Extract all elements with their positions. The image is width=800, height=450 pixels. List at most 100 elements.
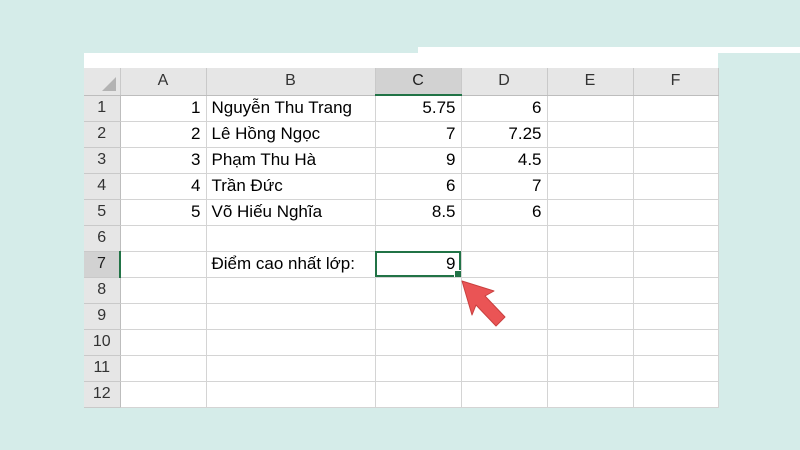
cell-e9[interactable]	[547, 303, 634, 330]
cell-e8[interactable]	[547, 277, 634, 304]
cell-a10[interactable]	[120, 329, 207, 356]
select-all-button[interactable]	[84, 68, 121, 96]
cell-c12[interactable]	[375, 381, 462, 408]
cell-f6[interactable]	[633, 225, 719, 252]
row-header-2[interactable]: 2	[84, 121, 121, 148]
cell-c4[interactable]: 6	[375, 173, 462, 200]
row-header-1[interactable]: 1	[84, 95, 121, 122]
row-header-8[interactable]: 8	[84, 277, 121, 304]
cell-d12[interactable]	[461, 381, 548, 408]
cell-d1[interactable]: 6	[461, 95, 548, 122]
cell-e12[interactable]	[547, 381, 634, 408]
cell-d5[interactable]: 6	[461, 199, 548, 226]
cell-c6[interactable]	[375, 225, 462, 252]
column-header-f[interactable]: F	[633, 68, 719, 96]
column-header-e[interactable]: E	[547, 68, 634, 96]
column-header-d[interactable]: D	[461, 68, 548, 96]
cell-a7[interactable]	[120, 251, 207, 278]
cell-a11[interactable]	[120, 355, 207, 382]
table-row: 12	[84, 381, 719, 408]
cell-a9[interactable]	[120, 303, 207, 330]
cell-d11[interactable]	[461, 355, 548, 382]
cell-f7[interactable]	[633, 251, 719, 278]
worksheet-table: A B C D E F 1 1 Nguyễn Thu Trang 5.75 6 2 2 Lê …	[84, 68, 719, 408]
table-row: 5 5 Võ Hiếu Nghĩa 8.5 6	[84, 199, 719, 226]
cell-f10[interactable]	[633, 329, 719, 356]
row-header-7[interactable]: 7	[84, 251, 121, 278]
cell-f8[interactable]	[633, 277, 719, 304]
cell-d2[interactable]: 7.25	[461, 121, 548, 148]
cell-d7[interactable]	[461, 251, 548, 278]
row-header-12[interactable]: 12	[84, 381, 121, 408]
column-header-b[interactable]: B	[206, 68, 376, 96]
cell-a8[interactable]	[120, 277, 207, 304]
row-header-10[interactable]: 10	[84, 329, 121, 356]
cell-a4[interactable]: 4	[120, 173, 207, 200]
cell-b10[interactable]	[206, 329, 376, 356]
cell-b1[interactable]: Nguyễn Thu Trang	[206, 95, 376, 122]
row-header-5[interactable]: 5	[84, 199, 121, 226]
cell-b3[interactable]: Phạm Thu Hà	[206, 147, 376, 174]
cell-c9[interactable]	[375, 303, 462, 330]
table-row: 8	[84, 277, 719, 304]
cell-c10[interactable]	[375, 329, 462, 356]
cell-e11[interactable]	[547, 355, 634, 382]
table-row: 11	[84, 355, 719, 382]
row-header-4[interactable]: 4	[84, 173, 121, 200]
cell-e2[interactable]	[547, 121, 634, 148]
cell-e4[interactable]	[547, 173, 634, 200]
cell-f2[interactable]	[633, 121, 719, 148]
worksheet-body: 1 1 Nguyễn Thu Trang 5.75 6 2 2 Lê Hồng Ngọc 7 7.…	[84, 95, 719, 408]
cell-f9[interactable]	[633, 303, 719, 330]
cell-f4[interactable]	[633, 173, 719, 200]
cell-d4[interactable]: 7	[461, 173, 548, 200]
row-header-6[interactable]: 6	[84, 225, 121, 252]
table-row: 7 Điểm cao nhất lớp: 9	[84, 251, 719, 278]
row-header-9[interactable]: 9	[84, 303, 121, 330]
cell-f3[interactable]	[633, 147, 719, 174]
pointer-arrow-shape	[461, 280, 506, 327]
cell-a6[interactable]	[120, 225, 207, 252]
cell-c3[interactable]: 9	[375, 147, 462, 174]
cell-a12[interactable]	[120, 381, 207, 408]
cell-c8[interactable]	[375, 277, 462, 304]
cell-b8[interactable]	[206, 277, 376, 304]
cell-e10[interactable]	[547, 329, 634, 356]
cell-c5[interactable]: 8.5	[375, 199, 462, 226]
cell-b2[interactable]: Lê Hồng Ngọc	[206, 121, 376, 148]
cell-f12[interactable]	[633, 381, 719, 408]
cell-e7[interactable]	[547, 251, 634, 278]
cell-a1[interactable]: 1	[120, 95, 207, 122]
cell-d3[interactable]: 4.5	[461, 147, 548, 174]
cell-b7[interactable]: Điểm cao nhất lớp:	[206, 251, 376, 278]
cell-f11[interactable]	[633, 355, 719, 382]
selected-cell-c7[interactable]: 9	[375, 251, 462, 278]
cell-e3[interactable]	[547, 147, 634, 174]
cell-a3[interactable]: 3	[120, 147, 207, 174]
table-row: 4 4 Trần Đức 6 7	[84, 173, 719, 200]
cell-e1[interactable]	[547, 95, 634, 122]
table-row: 6	[84, 225, 719, 252]
cell-c1[interactable]: 5.75	[375, 95, 462, 122]
cell-b5[interactable]: Võ Hiếu Nghĩa	[206, 199, 376, 226]
cell-a5[interactable]: 5	[120, 199, 207, 226]
cell-c2[interactable]: 7	[375, 121, 462, 148]
cell-c11[interactable]	[375, 355, 462, 382]
cell-a2[interactable]: 2	[120, 121, 207, 148]
table-row: 1 1 Nguyễn Thu Trang 5.75 6	[84, 95, 719, 122]
column-header-a[interactable]: A	[120, 68, 207, 96]
cell-f5[interactable]	[633, 199, 719, 226]
cell-b11[interactable]	[206, 355, 376, 382]
cell-b4[interactable]: Trần Đức	[206, 173, 376, 200]
cell-e5[interactable]	[547, 199, 634, 226]
cell-b12[interactable]	[206, 381, 376, 408]
cell-d6[interactable]	[461, 225, 548, 252]
select-all-triangle-icon	[101, 76, 116, 91]
row-header-3[interactable]: 3	[84, 147, 121, 174]
cell-f1[interactable]	[633, 95, 719, 122]
row-header-11[interactable]: 11	[84, 355, 121, 382]
column-header-c[interactable]: C	[375, 68, 462, 96]
cell-e6[interactable]	[547, 225, 634, 252]
cell-b6[interactable]	[206, 225, 376, 252]
cell-b9[interactable]	[206, 303, 376, 330]
